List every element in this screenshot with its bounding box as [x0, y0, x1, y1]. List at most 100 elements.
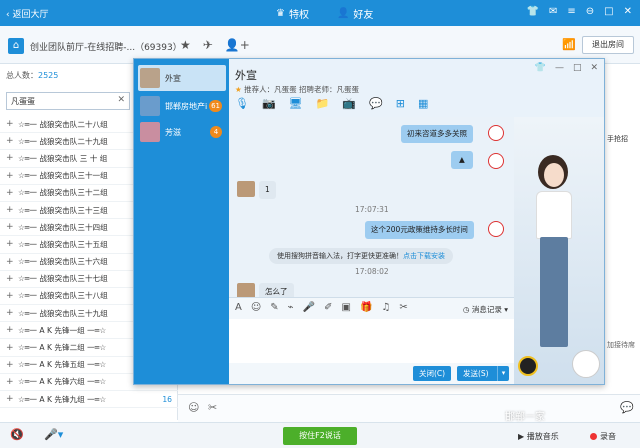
expand-icon[interactable]: + [6, 394, 14, 404]
maximize-icon[interactable]: □ [573, 63, 582, 73]
scissors-icon[interactable]: ✂ [399, 302, 407, 313]
expand-icon[interactable]: + [6, 360, 14, 370]
emoji-icon[interactable]: ☺ [251, 302, 261, 313]
expand-icon[interactable]: + [6, 257, 14, 267]
chat-bubble-icon[interactable]: 💬 [620, 401, 634, 414]
subtitle-text: 推荐人：凡蛋蛋 招聘老师：凡蛋蛋 [244, 85, 360, 94]
home-icon[interactable]: ⌂ [8, 38, 24, 54]
tab-friends-label: 好友 [353, 10, 374, 21]
clear-search-icon[interactable]: ✕ [117, 95, 125, 105]
expand-icon[interactable]: + [6, 171, 14, 181]
tab-privilege[interactable]: ♛ 特权 [276, 6, 309, 21]
avatar-body [536, 191, 572, 239]
unread-badge: 4 [210, 126, 222, 138]
maximize-icon[interactable]: □ [604, 6, 613, 17]
expand-icon[interactable]: + [6, 136, 14, 146]
shake-icon[interactable]: ⌁ [288, 302, 294, 313]
close-icon[interactable]: ✕ [624, 6, 632, 17]
avatar [488, 125, 504, 141]
expand-icon[interactable]: + [6, 377, 14, 387]
menu-icon[interactable]: ≡ [567, 6, 575, 17]
push-to-talk-button[interactable]: 按住F2说话 [283, 427, 357, 445]
apps-icon[interactable]: ▦ [418, 97, 428, 110]
remote-desktop-icon[interactable]: 🖥 [289, 97, 303, 110]
dialog-buttons: 关闭(C) 发送(S) ▾ [229, 363, 514, 384]
member-name: ☆═一 战狼突击队三十一组 [18, 171, 108, 181]
play-music-button[interactable]: ▶ 播放音乐 [518, 431, 559, 442]
music-icon[interactable]: ♫ [381, 302, 390, 313]
avatar [237, 283, 255, 297]
expand-icon[interactable]: + [6, 325, 14, 335]
star-icon[interactable]: ★ [180, 38, 191, 52]
avatar [140, 68, 160, 88]
skin-icon[interactable]: 👕 [535, 63, 546, 73]
emoji-icon[interactable]: ☺ [188, 401, 199, 414]
expand-icon[interactable]: + [6, 205, 14, 215]
room-title: 创业团队前厅-在线招聘-...（69393） [30, 43, 182, 53]
avatar [488, 153, 504, 169]
tab-friends[interactable]: 👤 好友 [337, 6, 373, 21]
send-button[interactable]: 发送(S) ▾ [457, 366, 509, 381]
record-icon [590, 433, 597, 440]
edit-icon[interactable]: ✐ [324, 302, 332, 313]
back-to-lobby-button[interactable]: ‹ 返回大厅 [6, 7, 48, 20]
expand-icon[interactable]: + [6, 222, 14, 232]
voice-call-icon[interactable]: 🎙 [235, 97, 249, 110]
expand-icon[interactable]: + [6, 291, 14, 301]
speaker-icon[interactable]: 🔇 [10, 428, 24, 441]
member-row[interactable]: + ☆═一 A K 先锋九组 一═☆ 16 [0, 391, 178, 409]
magic-icon[interactable]: ✎ [270, 302, 278, 313]
member-search-input[interactable]: 凡蛋蛋 ✕ [6, 92, 130, 110]
screen-share-icon[interactable]: 📺 [342, 97, 356, 110]
video-call-icon[interactable]: 📷 [262, 97, 276, 110]
chat-header: 外宣 ★ 推荐人：凡蛋蛋 招聘老师：凡蛋蛋 🎙 📷 🖥 📁 📺 💬 ⊞ ▦ 👕 … [229, 59, 604, 117]
member-name: ☆═一 战狼突击队三十二组 [18, 188, 108, 198]
expand-icon[interactable]: + [6, 308, 14, 318]
close-button[interactable]: 关闭(C) [413, 366, 451, 381]
expand-icon[interactable]: + [6, 239, 14, 249]
close-icon[interactable]: ✕ [590, 63, 598, 73]
avatar [488, 221, 504, 237]
record-button[interactable]: 录音 [590, 431, 616, 442]
chat-subtitle: ★ 推荐人：凡蛋蛋 招聘老师：凡蛋蛋 [235, 84, 359, 95]
friends-icon: 👤 [336, 8, 350, 19]
expand-icon[interactable]: + [6, 343, 14, 353]
main-input-bar[interactable]: ☺ ✂ 💬 [178, 394, 640, 422]
plane-icon[interactable]: ✈ [203, 38, 213, 52]
add-app-icon[interactable]: ⊞ [396, 97, 405, 110]
contact-item[interactable]: 芳滋 4 [138, 119, 226, 145]
mail-icon[interactable]: ✉ [549, 6, 557, 17]
download-link[interactable]: 点击下载安装 [403, 252, 445, 260]
add-user-icon[interactable]: 👤+ [225, 38, 250, 52]
message-input[interactable] [229, 319, 514, 363]
shirt-icon[interactable]: 👕 [527, 6, 539, 17]
member-name: ☆═一 A K 先锋六组 一═☆ [18, 377, 107, 387]
contact-item[interactable]: 邯郸房地产i 61 [138, 93, 226, 119]
member-name: ☆═一 战狼突击队三十九组 [18, 308, 108, 318]
gift-icon[interactable]: 🎁 [360, 302, 372, 313]
expand-icon[interactable]: + [6, 153, 14, 163]
penguin-icon[interactable] [518, 356, 538, 376]
avatar [140, 96, 160, 116]
mini-avatar[interactable] [572, 350, 600, 378]
message-history-button[interactable]: ◷ 消息记录 ▾ [463, 304, 508, 315]
image-icon[interactable]: ▣ [342, 302, 351, 313]
status-bar: 🔇 🎤▾ 按住F2说话 ▶ 播放音乐 录音 [0, 422, 640, 448]
contact-name: 邯郸房地产i [165, 101, 208, 111]
send-options-icon[interactable]: ▾ [497, 366, 509, 381]
avatar-legs [540, 237, 568, 347]
contact-item[interactable]: 外宣 [138, 65, 226, 91]
minimize-icon[interactable]: — [555, 63, 564, 73]
expand-icon[interactable]: + [6, 274, 14, 284]
voice-message-icon[interactable]: 🎤 [303, 302, 315, 313]
exit-room-button[interactable]: 退出房间 [582, 36, 634, 54]
expand-icon[interactable]: + [6, 188, 14, 198]
member-name: ☆═一 A K 先锋五组 一═☆ [18, 360, 107, 370]
message-icon[interactable]: 💬 [369, 97, 383, 110]
file-transfer-icon[interactable]: 📁 [316, 97, 330, 110]
mic-icon[interactable]: 🎤▾ [44, 428, 63, 441]
scissors-icon[interactable]: ✂ [208, 401, 217, 414]
minimize-icon[interactable]: ⊖ [586, 6, 594, 17]
expand-icon[interactable]: + [6, 119, 14, 129]
font-icon[interactable]: A [235, 302, 242, 313]
